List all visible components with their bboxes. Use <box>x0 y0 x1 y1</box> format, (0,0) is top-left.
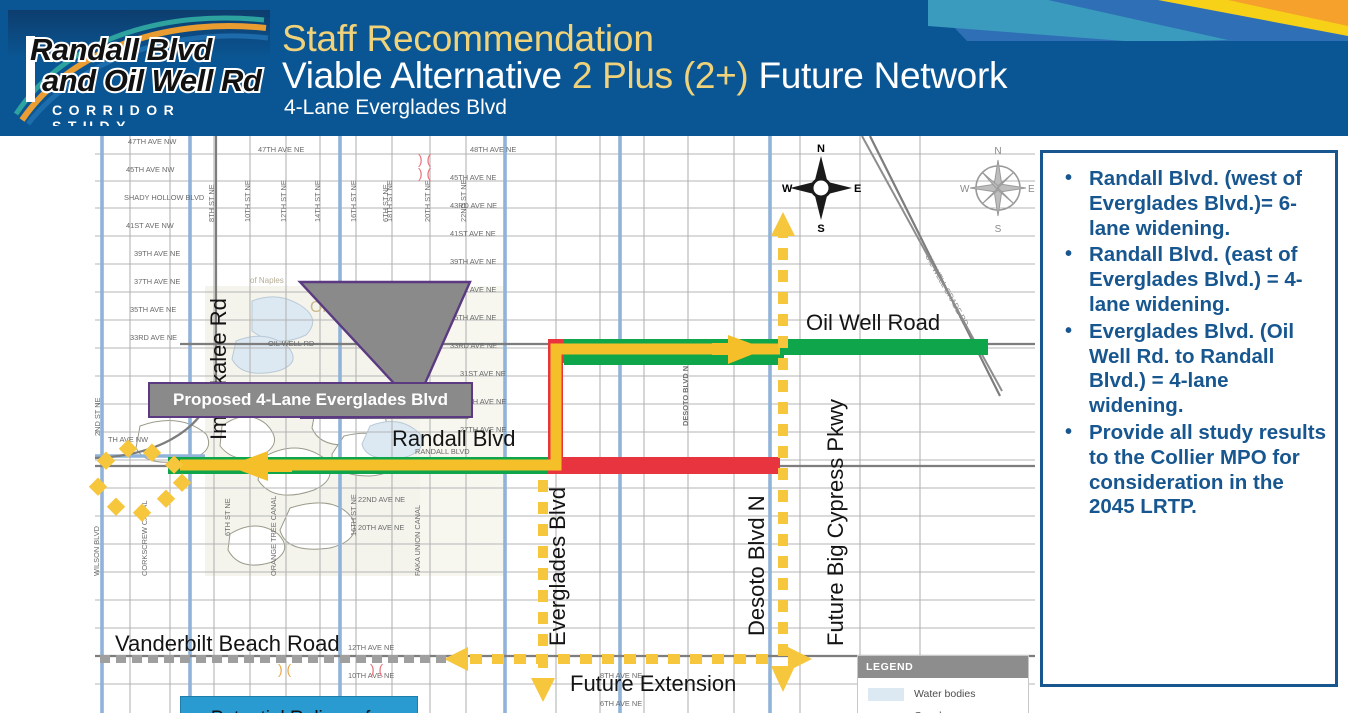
logo-subtitle: CORRIDOR STUDY <box>52 102 181 126</box>
svg-text:18TH ST NE: 18TH ST NE <box>385 180 394 222</box>
svg-text:20TH AVE NE: 20TH AVE NE <box>358 523 404 532</box>
svg-text:FAKA UNION CANAL: FAKA UNION CANAL <box>413 505 422 576</box>
svg-text:SHADY HOLLOW BLVD: SHADY HOLLOW BLVD <box>124 193 204 202</box>
svg-text:45TH AVE NE: 45TH AVE NE <box>450 173 496 182</box>
svg-text:N: N <box>994 146 1001 157</box>
logo-line-2: and Oil Well Rd <box>40 61 264 100</box>
svg-text:35TH AVE NE: 35TH AVE NE <box>450 313 496 322</box>
svg-text:N: N <box>817 143 825 155</box>
map-label-oil-well-road: Oil Well Road <box>806 310 941 335</box>
svg-text:48TH AVE NE: 48TH AVE NE <box>470 145 516 154</box>
header-title-post: Future Network <box>748 55 1008 96</box>
svg-text:12TH AVE NE: 12TH AVE NE <box>348 643 394 652</box>
svg-text:12TH ST NE: 12TH ST NE <box>279 180 288 222</box>
map-label-vanderbilt-beach-road: Vanderbilt Beach Road <box>115 631 340 656</box>
svg-text:43RD AVE NE: 43RD AVE NE <box>450 201 497 210</box>
map-label-randall-blvd: Randall Blvd <box>392 426 516 451</box>
header-title: Viable Alternative 2 Plus (2+) Future Ne… <box>282 55 1007 97</box>
slide-header: Randall Blvd and Oil Well Rd CORRIDOR ST… <box>0 0 1348 136</box>
svg-text:2ND ST NE: 2ND ST NE <box>93 397 102 436</box>
svg-text:16TH ST NE: 16TH ST NE <box>349 180 358 222</box>
svg-text:47TH AVE NE: 47TH AVE NE <box>258 145 304 154</box>
svg-text:WILSON BLVD: WILSON BLVD <box>92 526 101 576</box>
svg-text:22ND ST NE: 22ND ST NE <box>459 179 468 222</box>
compass-secondary-icon: N S W E <box>960 146 1035 234</box>
map-legend: LEGEND Water bodies Canals Future Roadwa… <box>857 655 1029 713</box>
callout-potential-reliever[interactable]: Potential Reliever for Immokalee Road <box>180 696 418 713</box>
svg-text:10TH ST NE: 10TH ST NE <box>243 180 252 222</box>
svg-text:S: S <box>817 223 824 234</box>
svg-text:E: E <box>854 183 861 195</box>
water-body-swatch-icon <box>866 687 906 701</box>
map-label-desoto-blvd-n: Desoto Blvd N <box>744 495 769 636</box>
list-item: Everglades Blvd. (Oil Well Rd. to Randal… <box>1059 319 1327 419</box>
header-subtitle: 4-Lane Everglades Blvd <box>284 96 507 119</box>
header-title-pre: Viable Alternative <box>282 55 572 96</box>
header-title-highlight: 2 Plus (2+) <box>571 55 749 96</box>
svg-text:41ST AVE NE: 41ST AVE NE <box>450 229 496 238</box>
corridor-study-logo: Randall Blvd and Oil Well Rd CORRIDOR ST… <box>8 10 270 126</box>
svg-text:22ND AVE NE: 22ND AVE NE <box>358 495 405 504</box>
slide-root: Randall Blvd and Oil Well Rd CORRIDOR ST… <box>0 0 1348 713</box>
svg-text:OIL WELL RD: OIL WELL RD <box>268 339 314 348</box>
svg-text:W: W <box>782 183 793 195</box>
svg-text:ORANGE TREE CANAL: ORANGE TREE CANAL <box>269 496 278 576</box>
legend-row-canals: Canals <box>858 705 1028 713</box>
map-label-future-big-cypress-pkwy: Future Big Cypress Pkwy <box>823 399 848 646</box>
legend-title: LEGEND <box>858 656 1028 678</box>
svg-text:) (: ) ( <box>278 661 292 677</box>
svg-text:8TH ST NE: 8TH ST NE <box>207 184 216 222</box>
map-label-everglades-blvd: Everglades Blvd <box>545 487 570 646</box>
svg-text:45TH AVE NW: 45TH AVE NW <box>126 165 174 174</box>
list-item: Provide all study results to the Collier… <box>1059 420 1327 520</box>
header-eyebrow: Staff Recommendation <box>282 18 654 59</box>
list-item: Randall Blvd. (east of Everglades Blvd.)… <box>1059 242 1327 317</box>
svg-text:31ST AVE NE: 31ST AVE NE <box>460 369 506 378</box>
svg-text:37TH AVE NE: 37TH AVE NE <box>450 285 496 294</box>
svg-text:20TH ST NE: 20TH ST NE <box>423 180 432 222</box>
svg-text:35TH AVE NE: 35TH AVE NE <box>130 305 176 314</box>
list-item: Randall Blvd. (west of Everglades Blvd.)… <box>1059 166 1327 241</box>
svg-text:14TH ST NE: 14TH ST NE <box>313 180 322 222</box>
svg-text:) (: ) ( <box>418 165 432 181</box>
svg-text:W: W <box>960 184 970 195</box>
svg-text:E: E <box>1028 184 1035 195</box>
header-swoosh-decoration <box>928 0 1348 44</box>
svg-text:39TH AVE NE: 39TH AVE NE <box>450 257 496 266</box>
legend-rows: Water bodies Canals Future Roadway 4-Lan… <box>858 678 1028 713</box>
callout-proposed-everglades-text: Proposed 4-Lane Everglades Blvd <box>173 390 448 409</box>
compass-primary-icon: N S W E <box>782 143 861 234</box>
svg-text:6TH ST NE: 6TH ST NE <box>223 498 232 536</box>
recommendations-panel: Randall Blvd. (west of Everglades Blvd.)… <box>1040 150 1338 687</box>
legend-row-water-bodies: Water bodies <box>858 683 1028 705</box>
svg-text:Orangetree: Orangetree <box>310 299 391 316</box>
svg-text:6TH AVE NE: 6TH AVE NE <box>600 699 642 708</box>
map-label-future-extension: Future Extension <box>570 671 737 696</box>
svg-text:37TH AVE NE: 37TH AVE NE <box>134 277 180 286</box>
svg-text:33RD AVE NE: 33RD AVE NE <box>450 341 497 350</box>
callout-potential-reliever-line1: Potential Reliever for <box>211 708 387 713</box>
legend-label-water-bodies: Water bodies <box>914 688 976 700</box>
svg-text:33RD AVE NE: 33RD AVE NE <box>130 333 177 342</box>
map-label-immokalee-rd: Immokalee Rd <box>206 298 231 440</box>
svg-text:) (: ) ( <box>370 661 384 677</box>
recommendations-list: Randall Blvd. (west of Everglades Blvd.)… <box>1059 166 1327 520</box>
svg-text:41ST AVE NW: 41ST AVE NW <box>126 221 174 230</box>
svg-text:47TH AVE NW: 47TH AVE NW <box>128 137 176 146</box>
svg-text:39TH AVE NE: 39TH AVE NE <box>134 249 180 258</box>
callout-proposed-everglades-blvd[interactable]: Proposed 4-Lane Everglades Blvd <box>148 382 473 418</box>
svg-text:of Naples: of Naples <box>250 276 284 285</box>
svg-text:DESOTO BLVD N: DESOTO BLVD N <box>681 366 690 426</box>
svg-text:16TH ST NE: 16TH ST NE <box>349 494 358 536</box>
svg-text:S: S <box>995 224 1002 234</box>
